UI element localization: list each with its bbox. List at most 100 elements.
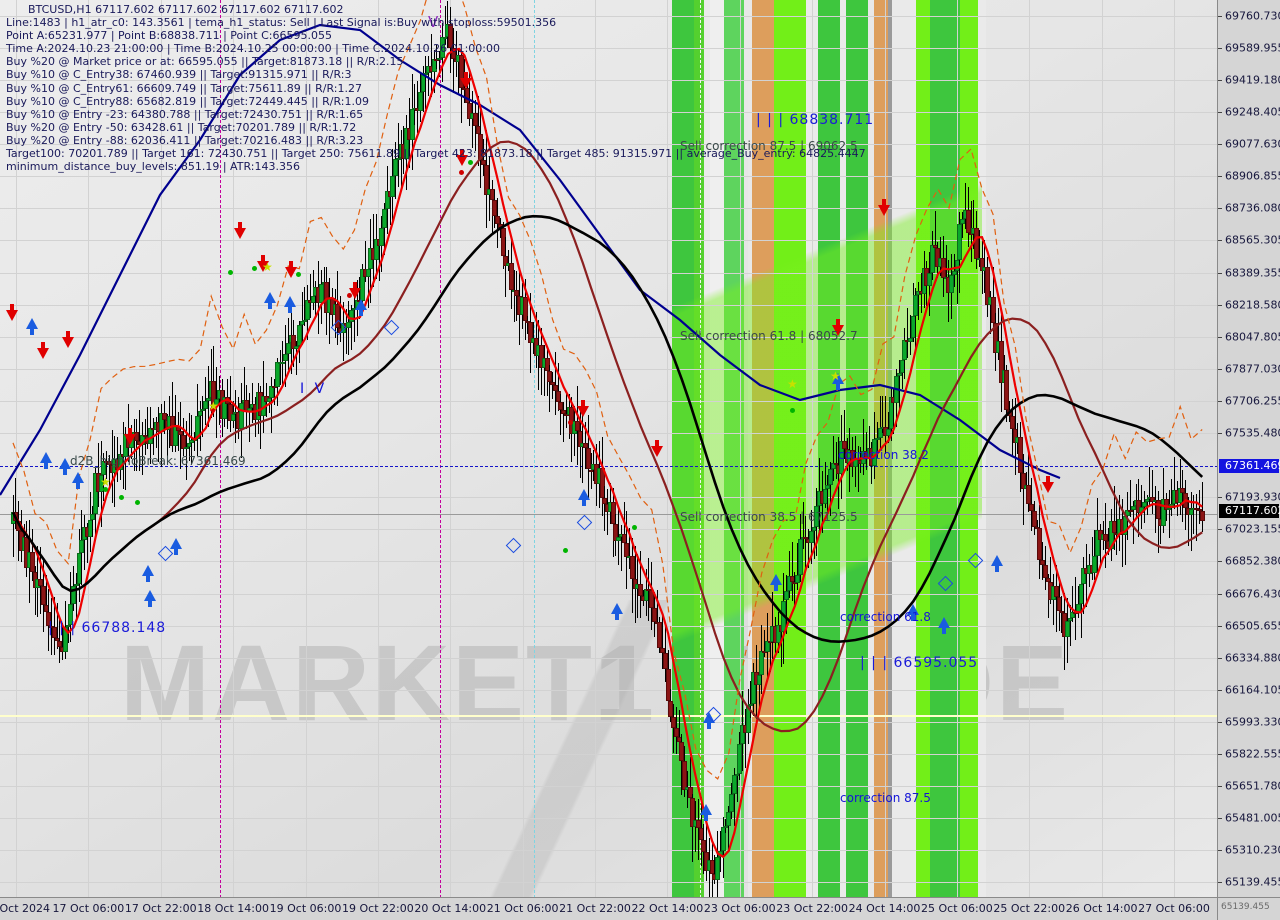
candle-wick [1196, 494, 1198, 541]
price-tick-label: 68389.355 [1225, 266, 1280, 280]
session-band [930, 0, 960, 898]
candle-wick [563, 401, 565, 443]
session-band [960, 0, 978, 898]
price-tick-label: 67535.480 [1225, 426, 1280, 440]
price-tick [1218, 304, 1222, 306]
time-tick-label: 23 Oct 22:00 [776, 902, 848, 915]
candle-wick [279, 349, 281, 385]
grid-line-horizontal [0, 849, 1218, 851]
chart-window: MARKET1 TRADE ★★★★★ BTCUSD,H1 67117. [0, 0, 1280, 920]
time-tick-label: 25 Oct 06:00 [921, 902, 993, 915]
signal-star-icon: ★ [100, 475, 111, 489]
price-tick-label: 69760.730 [1225, 9, 1280, 23]
chart-info-header: BTCUSD,H1 67117.602 67117.602 67117.602 … [6, 3, 866, 173]
price-tick [1218, 111, 1222, 113]
buy-arrow-icon [991, 555, 1003, 566]
price-tick [1218, 849, 1222, 851]
header-line: Point A:65231.977 | Point B:68838.711 | … [6, 29, 332, 43]
candle-wick [1083, 556, 1085, 615]
price-tick [1218, 657, 1222, 659]
buy-arrow-icon [170, 538, 182, 549]
arrow-stem [288, 307, 292, 313]
candle-wick [1053, 574, 1055, 626]
header-line: Buy %20 @ Entry -50: 63428.61 || Target:… [6, 120, 357, 134]
grid-line-horizontal [0, 753, 1218, 755]
grid-line-horizontal [0, 625, 1218, 627]
time-tick-label: 23 Oct 06:00 [703, 902, 776, 915]
candle-wick [560, 394, 562, 435]
price-tick [1218, 817, 1222, 819]
candle-wick [805, 516, 807, 573]
price-tick-label: 67877.030 [1225, 362, 1280, 376]
price-line-level [0, 715, 1218, 717]
price-tick [1218, 15, 1222, 17]
price-tick-label: 67193.930 [1225, 490, 1280, 504]
price-tick [1218, 528, 1222, 530]
sell-arrow-icon [37, 348, 49, 359]
grid-line-horizontal [0, 881, 1218, 883]
price-tick [1218, 753, 1222, 755]
price-tick-label: 68906.855 [1225, 169, 1280, 183]
price-tick-label: 65651.780 [1225, 779, 1280, 793]
buy-arrow-icon [355, 299, 367, 310]
symbol-ohlc-line: BTCUSD,H1 67117.602 67117.602 67117.602 … [28, 3, 344, 16]
candle-wick [1143, 491, 1145, 524]
grid-line-horizontal [0, 304, 1218, 306]
price-tick-label: 65481.005 [1225, 811, 1280, 825]
price-tick [1218, 721, 1222, 723]
price-tick [1218, 175, 1222, 177]
candle-wick [788, 551, 790, 599]
price-tick-label: 68218.580 [1225, 298, 1280, 312]
price-scale-current-badge: 67117.602 [1219, 504, 1280, 519]
signal-star-icon: ★ [787, 377, 798, 391]
grid-line-horizontal [0, 207, 1218, 209]
header-line: Buy %10 @ Entry -23: 64380.788 || Target… [6, 107, 364, 121]
candle-wick [1190, 491, 1192, 551]
arrow-stem [942, 628, 946, 634]
entry-dot [252, 266, 257, 271]
candle-wick [84, 514, 86, 570]
buy-arrow-icon [700, 804, 712, 815]
pattern-marker-icon [967, 552, 984, 569]
arrow-stem [174, 549, 178, 555]
grid-line-horizontal [0, 560, 1218, 562]
sell-arrow-icon [234, 228, 246, 239]
arrow-stem [268, 303, 272, 309]
candle-wick [345, 309, 347, 354]
chart-plot-area[interactable]: MARKET1 TRADE ★★★★★ BTCUSD,H1 67117. [0, 0, 1218, 898]
price-tick [1218, 400, 1222, 402]
signal-star-icon: ★ [262, 260, 273, 274]
price-tick [1218, 143, 1222, 145]
entry-dot [632, 525, 637, 530]
header-line: Buy %10 @ C_Entry88: 65682.819 || Target… [6, 94, 369, 108]
time-scale[interactable]: 16 Oct 202417 Oct 06:0017 Oct 22:0018 Oc… [0, 897, 1218, 920]
entry-dot [790, 408, 795, 413]
candle-wick [907, 308, 909, 358]
buy-arrow-icon [938, 617, 950, 628]
price-tick [1218, 496, 1222, 498]
price-tick-label: 69248.405 [1225, 105, 1280, 119]
time-tick-label: 21 Oct 06:00 [486, 902, 559, 915]
arrow-stem [704, 815, 708, 821]
entry-dot [119, 495, 124, 500]
price-tick-label: 65310.230 [1225, 843, 1280, 857]
price-tick-label: 68047.805 [1225, 330, 1280, 344]
arrow-stem [707, 723, 711, 729]
annotation-fib-66595: | | | 66595.055 [860, 655, 979, 671]
time-tick-label: 17 Oct 06:00 [52, 902, 125, 915]
price-tick-label: 68565.305 [1225, 233, 1280, 247]
time-tick-label: 26 Oct 14:00 [1065, 902, 1138, 915]
price-scale[interactable]: 69760.730 69589.955 69419.180 69248.405 6907… [1217, 0, 1280, 898]
sell-arrow-icon [651, 446, 663, 457]
annotation-sell-618: Sell correction 61.8 | 68052.7 [680, 329, 858, 343]
candle-wick [918, 281, 920, 321]
buy-arrow-icon [578, 489, 590, 500]
price-tick [1218, 79, 1222, 81]
price-tick-label: 66852.380 [1225, 554, 1280, 568]
annotation-d2b-break: d2B_highToBreak: 67361.469 [70, 454, 246, 468]
scale-corner: 65139.455 [1217, 897, 1280, 920]
candle-wick [879, 395, 881, 450]
sell-arrow-icon [577, 406, 589, 417]
sell-arrow-icon [124, 434, 136, 445]
price-tick [1218, 368, 1222, 370]
